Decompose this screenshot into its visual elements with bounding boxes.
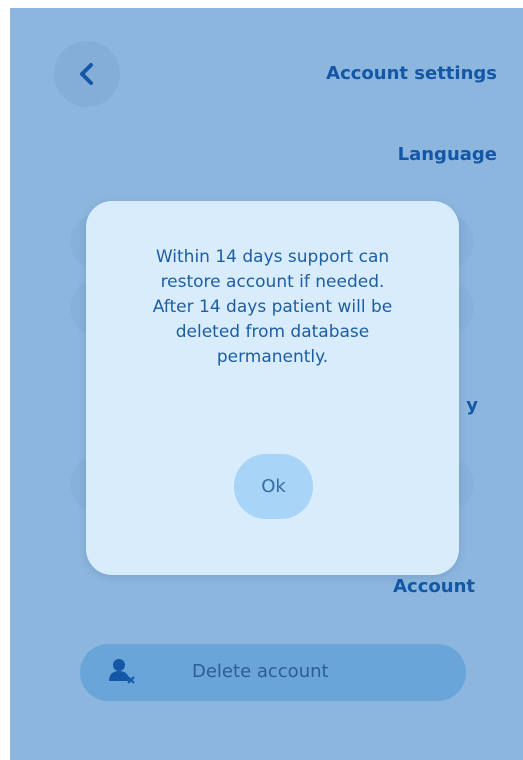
delete-account-button[interactable]: Delete account	[80, 644, 466, 701]
language-heading: Language	[397, 144, 497, 165]
modal-message-line: Within 14 days support can	[155, 247, 390, 267]
modal-message-line: permanently.	[216, 347, 329, 367]
deletion-info-modal: Within 14 days support can restore accou…	[86, 201, 459, 575]
privacy-heading-partial: y	[466, 395, 478, 416]
modal-message-line: deleted from database	[175, 322, 370, 342]
page-title: Account settings	[326, 63, 497, 84]
modal-message: Within 14 days support can restore accou…	[106, 245, 439, 370]
delete-account-label: Delete account	[192, 661, 329, 682]
chevron-left-icon	[80, 63, 93, 85]
back-button[interactable]	[54, 41, 120, 107]
ok-button[interactable]: Ok	[234, 454, 313, 519]
person-remove-icon	[109, 659, 135, 684]
modal-message-line: After 14 days patient will be	[152, 297, 393, 317]
account-heading: Account	[393, 576, 475, 597]
account-settings-screen: Account settings Language y Account Dele…	[10, 8, 523, 760]
modal-message-line: restore account if needed.	[160, 272, 385, 292]
